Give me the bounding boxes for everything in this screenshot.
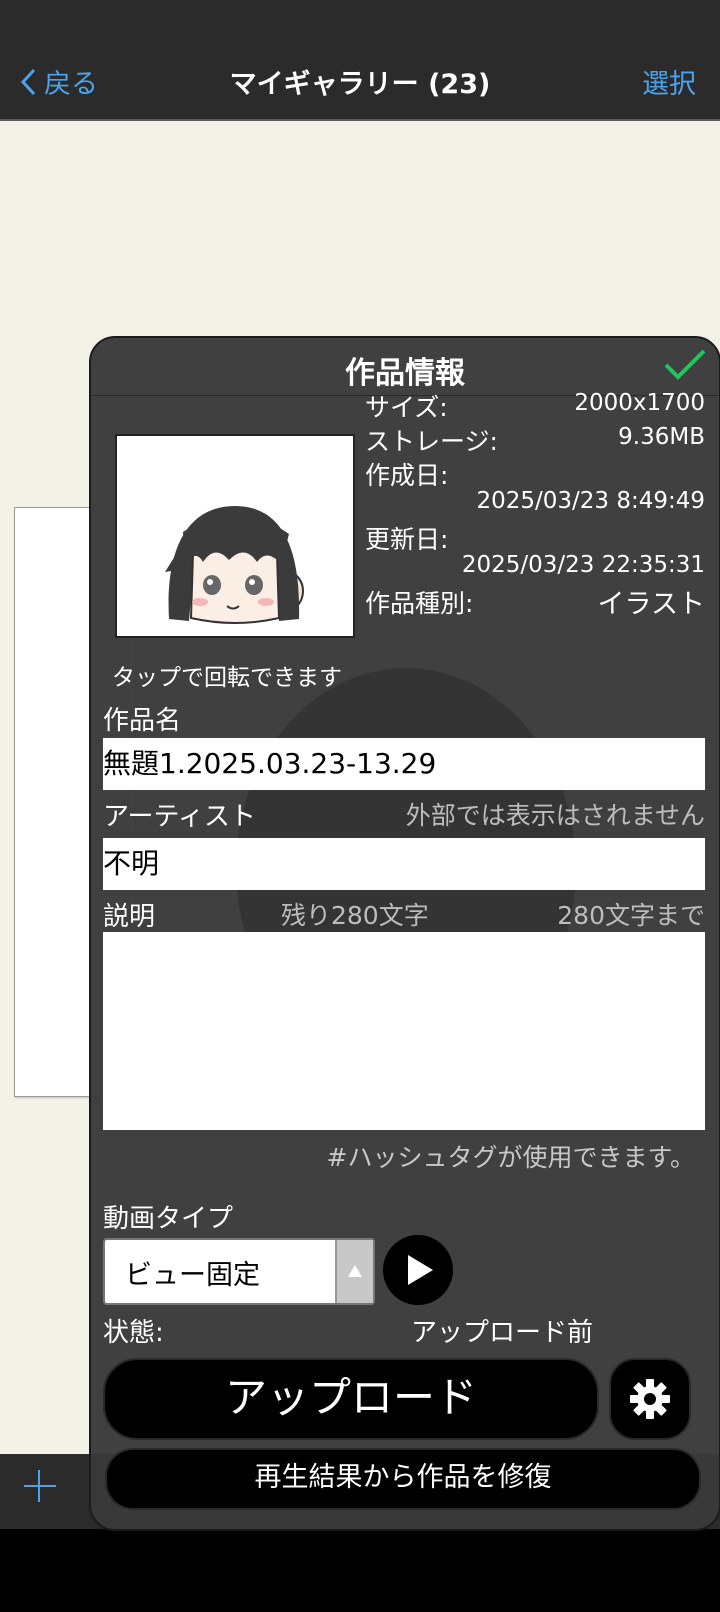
kind-label: 作品種別: xyxy=(365,589,474,618)
hashtag-hint: #ハッシュタグが使用できます。 xyxy=(326,1143,695,1172)
chevron-left-icon xyxy=(20,68,36,95)
storage-label: ストレージ: xyxy=(365,427,498,456)
navigation-bar: 戻る マイギャラリー (23) 選択 xyxy=(0,46,720,121)
status-label: 状態: xyxy=(103,1318,164,1348)
upload-button[interactable]: アップロード xyxy=(103,1358,599,1440)
artwork-name-label: 作品名 xyxy=(103,706,182,736)
chibi-artwork-image xyxy=(165,506,304,624)
select-button[interactable]: 選択 xyxy=(642,62,696,101)
play-icon[interactable] xyxy=(383,1235,453,1305)
artwork-name-input[interactable]: 無題1.2025.03.23-13.29 xyxy=(103,738,705,790)
plus-icon[interactable] xyxy=(22,1468,56,1502)
description-textarea[interactable] xyxy=(103,932,705,1130)
page-title: マイギャラリー (23) xyxy=(229,69,491,100)
created-label: 作成日: xyxy=(365,461,449,490)
rotate-hint: タップで回転できます xyxy=(112,665,342,691)
checkmark-icon[interactable] xyxy=(663,348,707,382)
description-limit: 280文字まで xyxy=(557,901,705,930)
artist-input[interactable]: 不明 xyxy=(103,838,705,890)
video-type-label: 動画タイプ xyxy=(103,1204,234,1234)
description-remaining: 残り280文字 xyxy=(281,901,429,930)
system-nav-area xyxy=(0,1529,720,1612)
video-type-select[interactable]: ビュー固定 xyxy=(103,1238,375,1305)
back-label: 戻る xyxy=(44,69,98,100)
video-type-value: ビュー固定 xyxy=(125,1260,260,1291)
kind-value: イラスト xyxy=(597,589,705,620)
chevron-up-icon[interactable] xyxy=(335,1240,373,1303)
updated-value: 2025/03/23 22:35:31 xyxy=(461,552,705,578)
description-label: 説明 xyxy=(103,902,156,932)
artist-label: アーティスト xyxy=(103,802,256,832)
storage-value: 9.36MB xyxy=(618,424,705,450)
settings-button[interactable] xyxy=(609,1358,691,1440)
size-label: サイズ: xyxy=(365,393,448,422)
artist-hint: 外部では表示はされません xyxy=(405,801,705,830)
gear-icon xyxy=(630,1379,670,1419)
back-button[interactable]: 戻る xyxy=(20,62,98,101)
artwork-info-panel: 作品情報 タップで回転できます サイズ: 2000x1700 ストレージ: 9.… xyxy=(89,336,720,1531)
status-bar xyxy=(0,0,720,46)
artwork-thumbnail[interactable] xyxy=(115,434,355,638)
status-value: アップロード前 xyxy=(411,1318,594,1348)
created-value: 2025/03/23 8:49:49 xyxy=(476,488,705,514)
panel-title: 作品情報 xyxy=(345,356,465,391)
updated-label: 更新日: xyxy=(365,525,449,554)
size-value: 2000x1700 xyxy=(574,390,705,416)
restore-from-playback-button[interactable]: 再生結果から作品を修復 xyxy=(105,1448,701,1510)
